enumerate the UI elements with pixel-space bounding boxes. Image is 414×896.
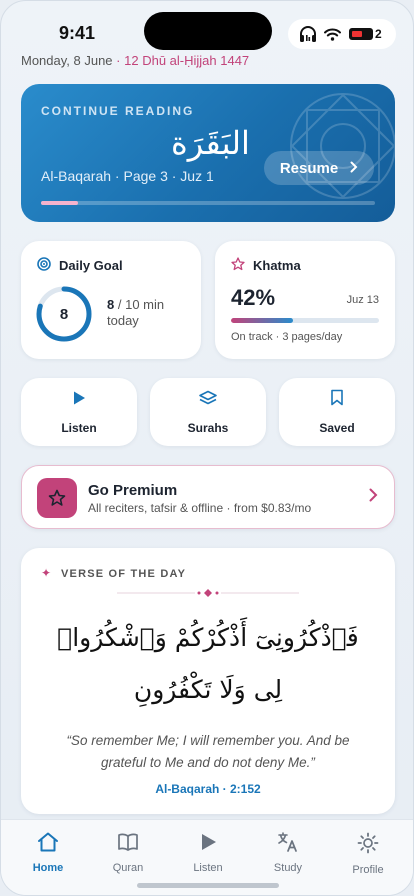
app-screen: 9:41 2 Monday, 8 June · 12 Dhū al-Ḥijjah… xyxy=(0,0,414,896)
khatma-progress-bar xyxy=(231,318,379,323)
status-icons: 2 xyxy=(288,19,396,49)
star-icon xyxy=(37,478,77,518)
hijri-date: 12 Dhū al-Ḥijjah 1447 xyxy=(124,53,250,68)
daily-goal-card[interactable]: Daily Goal 8 8 / 10 min today xyxy=(21,241,201,359)
tab-quran[interactable]: Quran xyxy=(96,832,160,874)
saved-action-button[interactable]: Saved xyxy=(279,378,395,446)
verse-of-the-day-card[interactable]: ✦ VERSE OF THE DAY فَٱذْكُرُونِىٓ أَذْكُ… xyxy=(21,548,395,814)
khatma-status: On track · 3 pages/day xyxy=(231,331,343,343)
status-bar: 9:41 2 xyxy=(1,1,413,53)
reading-progress-bar xyxy=(41,201,375,205)
home-indicator[interactable] xyxy=(137,883,279,888)
battery-level: 2 xyxy=(375,27,382,41)
continue-reading-card[interactable]: CONTINUE READING البَقَرَة Al-Baqarah · … xyxy=(21,84,395,222)
verse-arabic-text: فَٱذْكُرُونِىٓ أَذْكُرْكُمْ وَٱشْكُرُوا۟… xyxy=(57,623,359,704)
translate-icon xyxy=(277,832,299,857)
date-line: Monday, 8 June · 12 Dhū al-Ḥijjah 1447 xyxy=(21,53,249,68)
status-time: 9:41 xyxy=(59,23,96,43)
daily-goal-title: Daily Goal xyxy=(59,258,123,273)
tab-home[interactable]: Home xyxy=(16,832,80,874)
layers-icon xyxy=(198,390,218,411)
goal-stat: 8 / 10 min today xyxy=(107,297,164,329)
resume-button[interactable]: Resume xyxy=(264,151,374,185)
listen-action-label: Listen xyxy=(61,420,97,435)
play-icon xyxy=(71,390,87,411)
khatma-title: Khatma xyxy=(253,258,301,273)
tab-listen[interactable]: Listen xyxy=(176,832,240,874)
chevron-right-icon xyxy=(369,488,378,507)
book-icon xyxy=(117,832,139,857)
listen-action-button[interactable]: Listen xyxy=(21,378,137,446)
gear-icon xyxy=(357,832,379,859)
surahs-action-button[interactable]: Surahs xyxy=(150,378,266,446)
goal-total: / 10 min xyxy=(117,297,165,312)
chevron-right-icon xyxy=(350,160,358,177)
tab-quran-label: Quran xyxy=(112,862,144,874)
headphones-icon xyxy=(298,25,318,43)
geometric-pattern-icon xyxy=(290,93,395,199)
khatma-progress-fill xyxy=(231,318,294,323)
surah-arabic-name: البَقَرَة xyxy=(171,124,250,162)
home-icon xyxy=(37,832,59,857)
premium-title: Go Premium xyxy=(88,482,178,499)
verse-translation: “So remember Me; I will remember you. An… xyxy=(66,733,350,770)
verse-reference[interactable]: Al-Baqarah · 2:152 xyxy=(21,782,395,796)
tab-profile-label: Profile xyxy=(352,864,384,876)
dynamic-island xyxy=(144,12,272,50)
khatma-juz: Juz 13 xyxy=(346,294,379,306)
battery-icon xyxy=(349,28,373,40)
play-icon xyxy=(198,832,218,857)
battery-indicator: 2 xyxy=(349,27,382,41)
khatma-card[interactable]: Khatma 42% Juz 13 On track · 3 pages/day xyxy=(215,241,395,359)
bookmark-icon xyxy=(330,389,344,411)
reading-position: Al-Baqarah · Page 3 · Juz 1 xyxy=(41,168,214,184)
target-icon xyxy=(37,257,51,276)
khatma-percent: 42% xyxy=(231,285,276,310)
tab-home-label: Home xyxy=(32,862,64,874)
verse-label: VERSE OF THE DAY xyxy=(61,568,187,580)
resume-label: Resume xyxy=(279,159,339,177)
goal-period: today xyxy=(107,313,139,328)
goal-ring-value: 8 xyxy=(59,305,69,323)
tab-study-label: Study xyxy=(273,862,303,874)
saved-action-label: Saved xyxy=(319,421,355,435)
premium-subtitle: All reciters, tafsir & offline · from $0… xyxy=(88,501,312,515)
tab-profile[interactable]: Profile xyxy=(336,832,400,876)
wifi-icon xyxy=(324,28,341,41)
tab-listen-label: Listen xyxy=(193,862,223,874)
star-outline-icon xyxy=(231,257,245,276)
gregorian-date: Monday, 8 June xyxy=(21,53,113,68)
tab-study[interactable]: Study xyxy=(256,832,320,874)
go-premium-banner[interactable]: Go Premium All reciters, tafsir & offlin… xyxy=(21,465,395,529)
date-separator: · xyxy=(116,53,121,68)
continue-reading-label: CONTINUE READING xyxy=(41,104,195,118)
sparkle-icon: ✦ xyxy=(41,566,52,580)
surahs-action-label: Surahs xyxy=(187,420,229,435)
ornament-divider xyxy=(117,589,299,597)
goal-done: 8 xyxy=(107,297,115,312)
reading-progress-fill xyxy=(41,201,78,205)
